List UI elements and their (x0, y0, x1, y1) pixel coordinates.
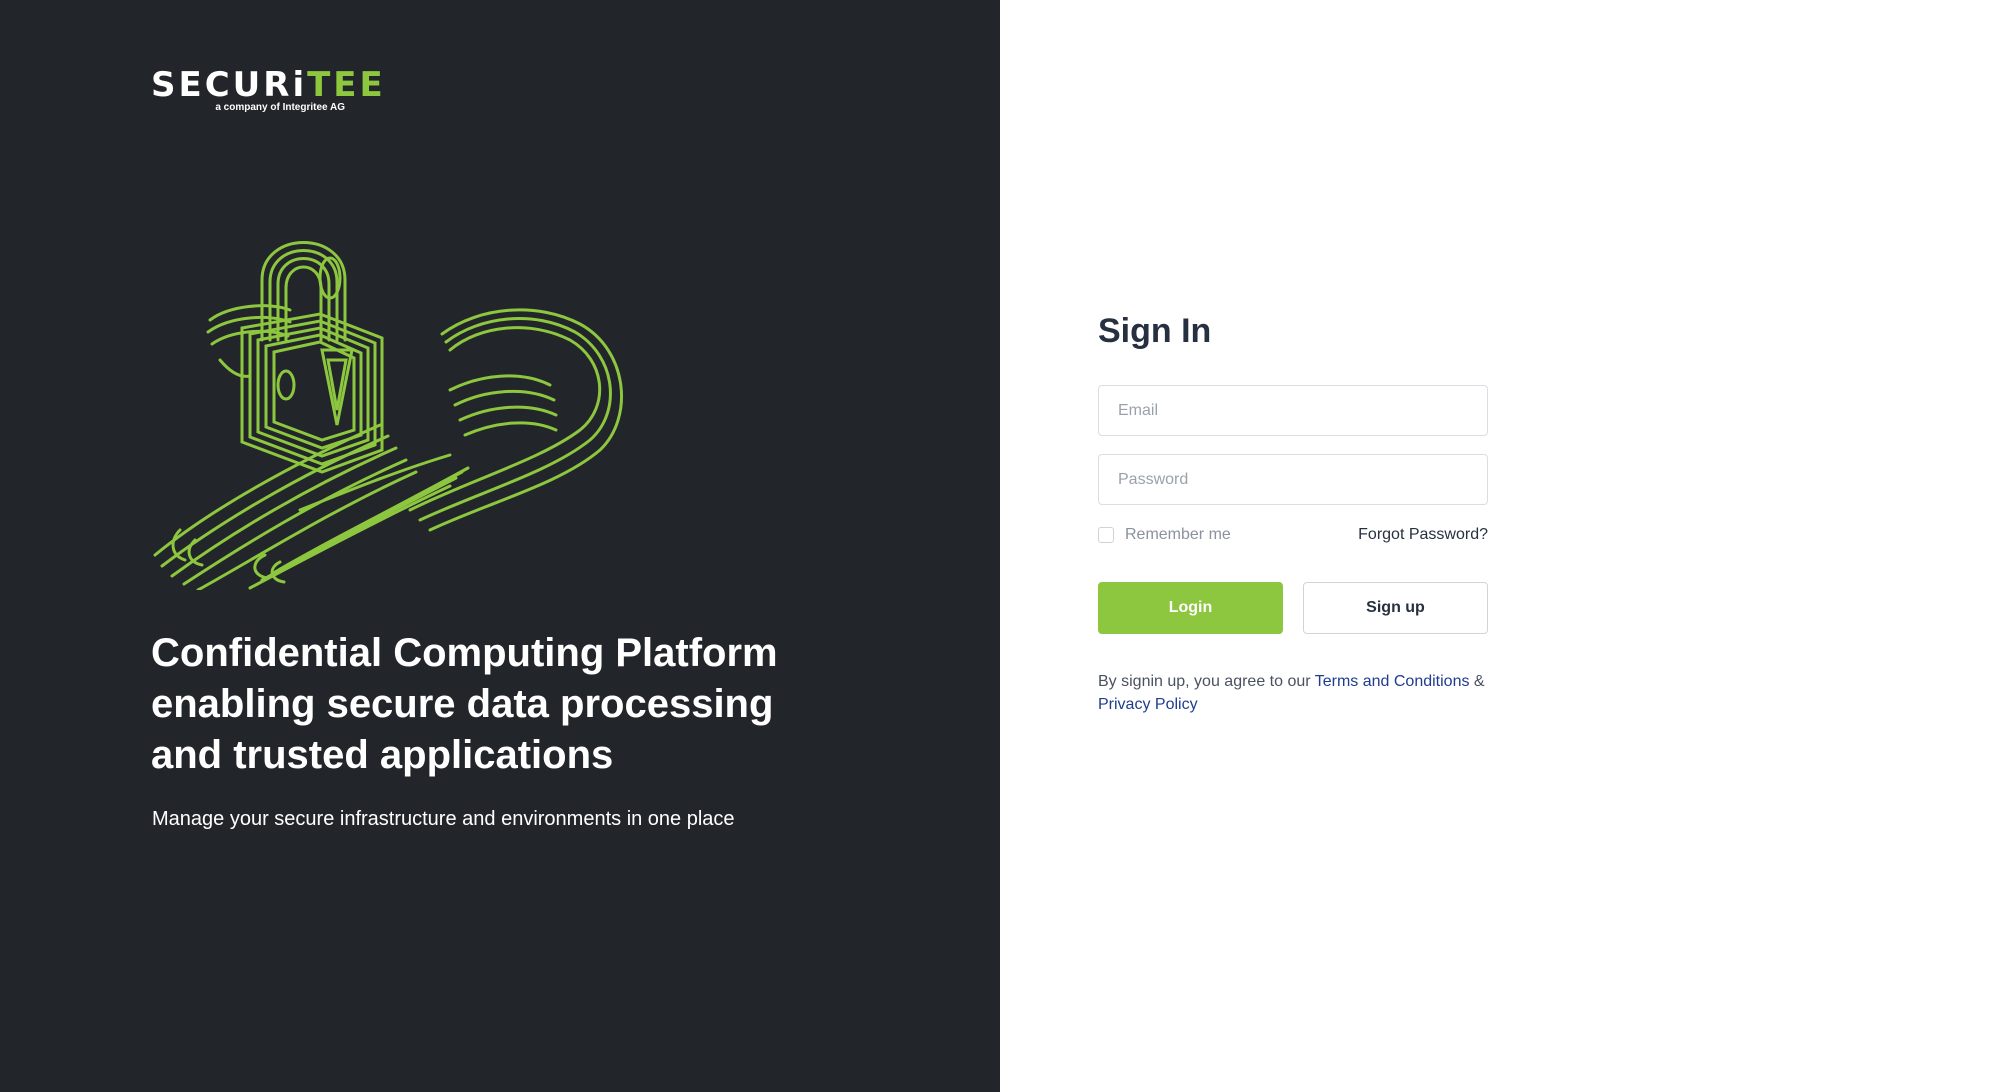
signin-title: Sign In (1098, 312, 1212, 350)
email-field[interactable] (1098, 385, 1488, 436)
password-field[interactable] (1098, 454, 1488, 505)
keyhole-icon (276, 369, 296, 401)
hero-headline: Confidential Computing Platform enabling… (151, 631, 778, 777)
privacy-policy-link[interactable]: Privacy Policy (1098, 696, 1198, 713)
hero-tagline: Manage your secure infrastructure and en… (152, 808, 735, 830)
login-page: SECURi TEE a company of Integritee AG Co… (0, 0, 2000, 1092)
logo-wordmark: SECURi TEE (151, 65, 383, 105)
legal-notice: By signin up, you agree to our Terms and… (1098, 670, 1488, 716)
signin-button-row: Login Sign up (1098, 582, 1488, 634)
forgot-password-link[interactable]: Forgot Password? (1358, 526, 1488, 544)
padlock-hand-illustration (153, 241, 624, 590)
remember-me-option[interactable]: Remember me (1098, 526, 1231, 544)
legal-amp-text: & (1469, 673, 1485, 690)
legal-prefix-text: By signin up, you agree to our (1098, 673, 1315, 690)
brand-panel: SECURi TEE a company of Integritee AG Co… (0, 0, 1000, 1092)
logo-subtitle: a company of Integritee AG (215, 102, 345, 113)
signin-options-row: Remember me Forgot Password? (1098, 525, 1488, 545)
finger-contours (153, 423, 470, 590)
signin-form: Sign In Remember me Forgot Password? Log… (1098, 300, 1488, 716)
logo-wordmark-white: SECURi (151, 65, 308, 105)
securitee-logo: SECURi TEE a company of Integritee AG (151, 65, 383, 114)
signup-button[interactable]: Sign up (1303, 582, 1488, 634)
login-button[interactable]: Login (1098, 582, 1283, 634)
remember-me-checkbox[interactable] (1098, 527, 1114, 543)
remember-me-label: Remember me (1125, 526, 1231, 543)
signin-panel: Sign In Remember me Forgot Password? Log… (1000, 0, 2000, 1092)
logo-wordmark-green: TEE (307, 65, 386, 105)
terms-link[interactable]: Terms and Conditions (1315, 673, 1470, 690)
